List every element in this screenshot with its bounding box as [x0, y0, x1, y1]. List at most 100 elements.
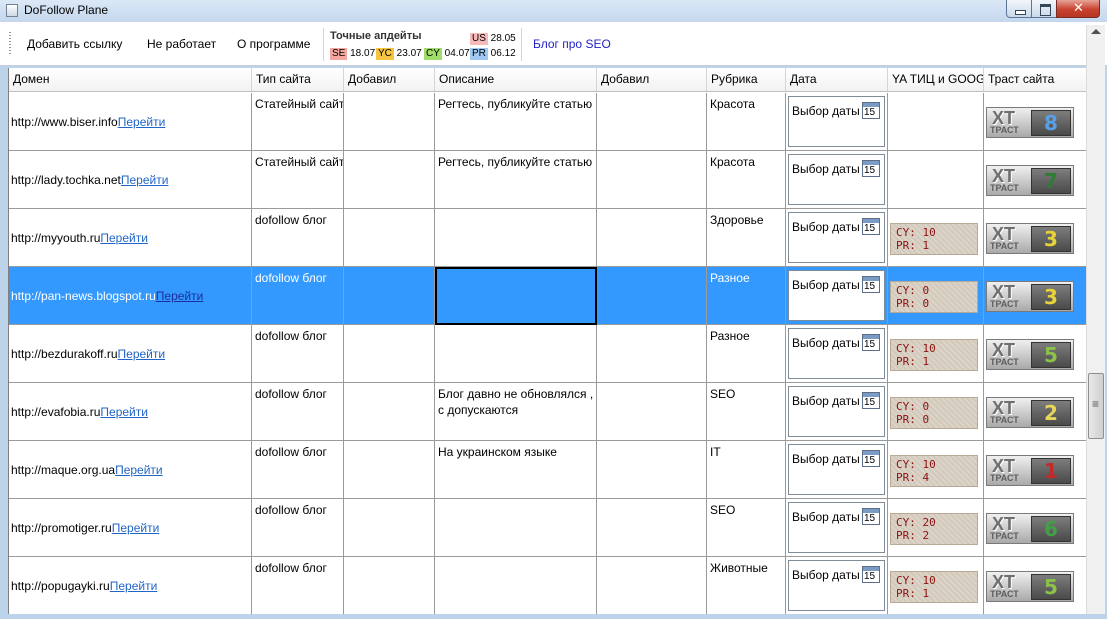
table-cell[interactable]: CY: 10 PR: 4 — [888, 441, 984, 499]
table-cell[interactable]: Выбор даты 15 — [786, 383, 888, 441]
date-picker[interactable]: Выбор даты 15 — [788, 212, 885, 263]
description-cell[interactable] — [435, 557, 597, 614]
not-working-button[interactable]: Не работает — [147, 37, 216, 51]
table-cell[interactable]: CY: 10 PR: 1 — [888, 209, 984, 267]
category-cell[interactable]: Разное — [707, 325, 786, 383]
date-picker[interactable]: Выбор даты 15 — [788, 444, 885, 495]
table-cell[interactable] — [888, 151, 984, 209]
added-by-cell-2[interactable] — [597, 441, 707, 499]
column-header-6[interactable]: Рубрика — [707, 68, 786, 91]
added-by-cell[interactable] — [344, 499, 435, 557]
vertical-scrollbar[interactable] — [1086, 25, 1105, 615]
category-cell[interactable]: Красота — [707, 93, 786, 151]
column-header-1[interactable]: Домен — [9, 68, 252, 91]
calendar-icon[interactable]: 15 — [862, 276, 880, 293]
go-link[interactable]: Перейти — [112, 521, 160, 535]
column-header-5[interactable]: Добавил — [597, 68, 707, 91]
go-link[interactable]: Перейти — [156, 289, 204, 303]
category-cell[interactable]: Здоровье — [707, 209, 786, 267]
table-cell[interactable]: Выбор даты 15 — [786, 557, 888, 614]
column-header-2[interactable]: Тип сайта — [252, 68, 344, 91]
table-cell[interactable]: Выбор даты 15 — [786, 151, 888, 209]
table-cell[interactable]: XT ТРАСТ 8 — [984, 93, 1086, 151]
calendar-icon[interactable]: 15 — [862, 218, 880, 235]
site-type-cell[interactable]: dofollow блог — [252, 383, 344, 441]
column-header-9[interactable]: Траст сайта — [984, 68, 1086, 91]
column-header-4[interactable]: Описание — [435, 68, 597, 91]
description-cell[interactable]: На украинском языке — [435, 441, 597, 499]
go-link[interactable]: Перейти — [118, 347, 166, 361]
table-cell[interactable]: XT ТРАСТ 2 — [984, 383, 1086, 441]
site-type-cell[interactable]: dofollow блог — [252, 267, 344, 325]
added-by-cell[interactable] — [344, 267, 435, 325]
added-by-cell[interactable] — [344, 325, 435, 383]
site-type-cell[interactable]: Статейный сайт — [252, 151, 344, 209]
site-type-cell[interactable]: Статейный сайт — [252, 93, 344, 151]
table-cell[interactable]: CY: 0 PR: 0 — [888, 267, 984, 325]
table-cell[interactable]: Выбор даты 15 — [786, 209, 888, 267]
table-cell[interactable]: XT ТРАСТ 5 — [984, 325, 1086, 383]
table-row[interactable]: http://lady.tochka.netПерейти Статейный с… — [9, 151, 1086, 209]
date-picker[interactable]: Выбор даты 15 — [788, 154, 885, 205]
go-link[interactable]: Перейти — [100, 231, 148, 245]
scroll-thumb[interactable] — [1088, 373, 1104, 439]
table-row[interactable]: http://maque.org.uaПерейти dofollow блог Н… — [9, 441, 1086, 499]
table-cell[interactable]: http://pan-news.blogspot.ruПерейти — [9, 267, 252, 325]
go-link[interactable]: Перейти — [100, 405, 148, 419]
description-cell[interactable]: Регтесь, публикуйте статью — [435, 93, 597, 151]
table-cell[interactable]: XT ТРАСТ 3 — [984, 209, 1086, 267]
table-cell[interactable]: XT ТРАСТ 5 — [984, 557, 1086, 614]
added-by-cell-2[interactable] — [597, 209, 707, 267]
calendar-icon[interactable]: 15 — [862, 450, 880, 467]
table-cell[interactable]: XT ТРАСТ 1 — [984, 441, 1086, 499]
column-header-7[interactable]: Дата — [786, 68, 888, 91]
category-cell[interactable]: IT — [707, 441, 786, 499]
description-cell[interactable] — [435, 325, 597, 383]
table-cell[interactable]: Выбор даты 15 — [786, 441, 888, 499]
calendar-icon[interactable]: 15 — [862, 334, 880, 351]
table-cell[interactable]: Выбор даты 15 — [786, 267, 888, 325]
date-picker[interactable]: Выбор даты 15 — [788, 560, 885, 611]
added-by-cell-2[interactable] — [597, 151, 707, 209]
table-row[interactable]: http://myyouth.ruПерейти dofollow блог Здо… — [9, 209, 1086, 267]
table-row[interactable]: http://bezdurakoff.ruПерейти dofollow бло… — [9, 325, 1086, 383]
table-cell[interactable]: http://maque.org.uaПерейти — [9, 441, 252, 499]
toolbar-grip-icon[interactable] — [9, 32, 11, 56]
table-cell[interactable]: CY: 0 PR: 0 — [888, 383, 984, 441]
category-cell[interactable]: Красота — [707, 151, 786, 209]
category-cell[interactable]: Разное — [707, 267, 786, 325]
table-cell[interactable]: http://popugayki.ruПерейти — [9, 557, 252, 614]
table-cell[interactable]: XT ТРАСТ 7 — [984, 151, 1086, 209]
date-picker[interactable]: Выбор даты 15 — [788, 502, 885, 553]
table-cell[interactable]: XT ТРАСТ 6 — [984, 499, 1086, 557]
site-type-cell[interactable]: dofollow блог — [252, 499, 344, 557]
added-by-cell-2[interactable] — [597, 383, 707, 441]
table-cell[interactable]: http://myyouth.ruПерейти — [9, 209, 252, 267]
table-cell[interactable]: CY: 10 PR: 1 — [888, 325, 984, 383]
table-cell[interactable] — [888, 93, 984, 151]
table-cell[interactable]: http://evafobia.ruПерейти — [9, 383, 252, 441]
calendar-icon[interactable]: 15 — [862, 566, 880, 583]
table-row[interactable]: http://promotiger.ruПерейти dofollow блог… — [9, 499, 1086, 557]
added-by-cell-2[interactable] — [597, 325, 707, 383]
calendar-icon[interactable]: 15 — [862, 102, 880, 119]
table-cell[interactable]: http://bezdurakoff.ruПерейти — [9, 325, 252, 383]
table-cell[interactable]: http://www.biser.infoПерейти — [9, 93, 252, 151]
date-picker[interactable]: Выбор даты 15 — [788, 96, 885, 147]
column-header-8[interactable]: YA ТИЦ и GOOG — [888, 68, 984, 91]
description-cell[interactable]: Регтесь, публикуйте статью — [435, 151, 597, 209]
calendar-icon[interactable]: 15 — [862, 160, 880, 177]
category-cell[interactable]: Животные — [707, 557, 786, 614]
table-row[interactable]: http://popugayki.ruПерейти dofollow блог Ж… — [9, 557, 1086, 614]
blog-seo-link[interactable]: Блог про SEO — [533, 37, 611, 51]
description-cell[interactable] — [435, 267, 597, 325]
added-by-cell[interactable] — [344, 93, 435, 151]
added-by-cell[interactable] — [344, 557, 435, 614]
table-cell[interactable]: CY: 10 PR: 1 — [888, 557, 984, 614]
category-cell[interactable]: SEO — [707, 499, 786, 557]
description-cell[interactable] — [435, 209, 597, 267]
table-cell[interactable]: CY: 20 PR: 2 — [888, 499, 984, 557]
added-by-cell[interactable] — [344, 441, 435, 499]
table-cell[interactable]: XT ТРАСТ 3 — [984, 267, 1086, 325]
added-by-cell[interactable] — [344, 151, 435, 209]
